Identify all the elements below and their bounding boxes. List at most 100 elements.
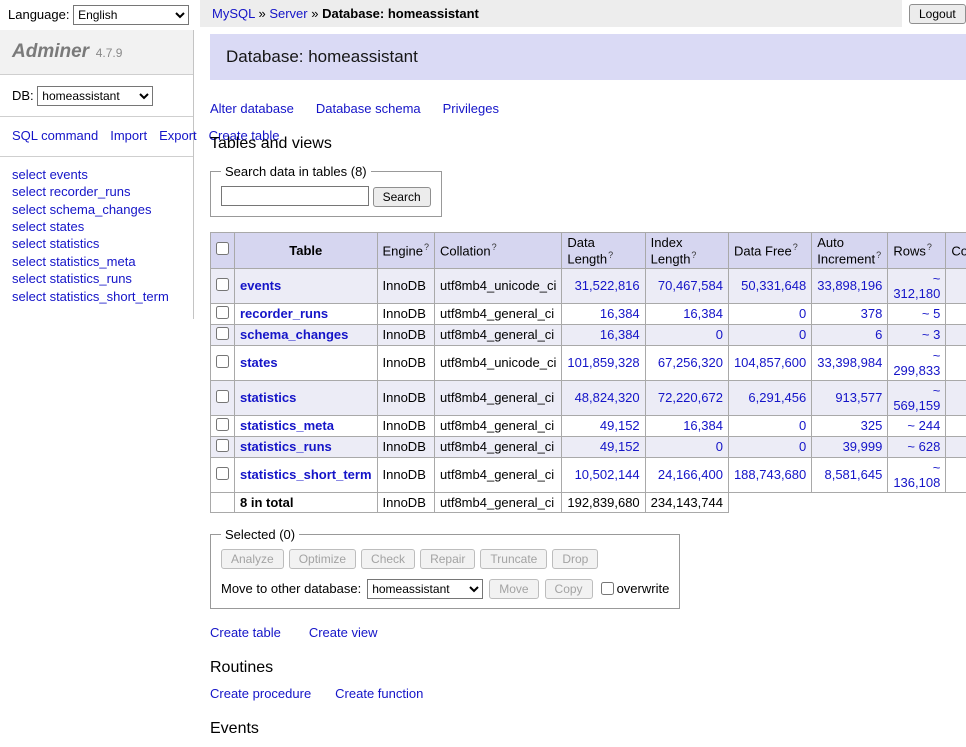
sidebar-table-link-select-statistics-short-term[interactable]: select statistics_short_term — [12, 288, 181, 305]
auto-increment-link-statistics-runs[interactable]: 39,999 — [843, 439, 883, 454]
sidebar-table-link-select-states[interactable]: select states — [12, 218, 181, 235]
drop-button[interactable]: Drop — [552, 549, 598, 569]
rows-link-statistics[interactable]: ~ 569,159 — [893, 383, 940, 413]
auto-increment-link-events[interactable]: 33,898,196 — [817, 278, 882, 293]
table-link-statistics[interactable]: statistics — [240, 390, 296, 405]
auto-increment-link-statistics[interactable]: 913,577 — [835, 390, 882, 405]
select-all-checkbox[interactable] — [216, 242, 229, 255]
data-length-link-events[interactable]: 31,522,816 — [575, 278, 640, 293]
auto-increment-link-schema-changes[interactable]: 6 — [875, 327, 882, 342]
help-icon[interactable]: ? — [876, 250, 881, 260]
adminer-logo-link[interactable]: Adminer — [12, 41, 89, 62]
data-length-link-states[interactable]: 101,859,328 — [567, 355, 639, 370]
data-free-link-statistics[interactable]: 6,291,456 — [748, 390, 806, 405]
data-length-link-statistics-runs[interactable]: 49,152 — [600, 439, 640, 454]
sidebar-table-link-select-statistics[interactable]: select statistics — [12, 235, 181, 252]
help-icon[interactable]: ? — [691, 250, 696, 260]
table-link-recorder-runs[interactable]: recorder_runs — [240, 306, 328, 321]
rows-link-statistics-runs[interactable]: ~ 628 — [907, 439, 940, 454]
copy-button[interactable]: Copy — [545, 579, 593, 599]
language-select[interactable]: English — [73, 5, 189, 25]
data-length-link-statistics-meta[interactable]: 49,152 — [600, 418, 640, 433]
row-checkbox-statistics-runs[interactable] — [216, 439, 229, 452]
auto-increment-link-states[interactable]: 33,398,984 — [817, 355, 882, 370]
rows-link-statistics-short-term[interactable]: ~ 136,108 — [893, 460, 940, 490]
move-db-select[interactable]: homeassistant — [367, 579, 483, 599]
optimize-button[interactable]: Optimize — [289, 549, 356, 569]
rows-link-events[interactable]: ~ 312,180 — [893, 271, 940, 301]
routine-link-create-procedure[interactable]: Create procedure — [210, 686, 311, 701]
column-header-data-length[interactable]: Data Length? — [562, 232, 645, 268]
row-checkbox-schema-changes[interactable] — [216, 327, 229, 340]
data-length-link-recorder-runs[interactable]: 16,384 — [600, 306, 640, 321]
index-length-link-schema-changes[interactable]: 0 — [716, 327, 723, 342]
rows-link-recorder-runs[interactable]: ~ 5 — [922, 306, 940, 321]
table-link-statistics-runs[interactable]: statistics_runs — [240, 439, 332, 454]
sidebar-table-link-select-statistics-runs[interactable]: select statistics_runs — [12, 270, 181, 287]
overwrite-checkbox[interactable] — [601, 582, 614, 595]
sidebar-table-link-select-schema-changes[interactable]: select schema_changes — [12, 201, 181, 218]
rows-link-statistics-meta[interactable]: ~ 244 — [907, 418, 940, 433]
help-icon[interactable]: ? — [793, 242, 798, 252]
auto-increment-link-statistics-short-term[interactable]: 8,581,645 — [824, 467, 882, 482]
analyze-button[interactable]: Analyze — [221, 549, 284, 569]
auto-increment-link-recorder-runs[interactable]: 378 — [861, 306, 883, 321]
data-free-link-statistics-runs[interactable]: 0 — [799, 439, 806, 454]
data-length-link-statistics-short-term[interactable]: 10,502,144 — [575, 467, 640, 482]
help-icon[interactable]: ? — [927, 242, 932, 252]
table-link-schema-changes[interactable]: schema_changes — [240, 327, 348, 342]
breadcrumb-link-server[interactable]: Server — [269, 6, 307, 21]
truncate-button[interactable]: Truncate — [480, 549, 547, 569]
breadcrumb-link-mysql[interactable]: MySQL — [212, 6, 255, 21]
data-free-link-schema-changes[interactable]: 0 — [799, 327, 806, 342]
action-link-privileges[interactable]: Privileges — [443, 101, 499, 116]
create-link-create-table[interactable]: Create table — [210, 625, 281, 640]
index-length-link-recorder-runs[interactable]: 16,384 — [683, 306, 723, 321]
index-length-link-statistics-runs[interactable]: 0 — [716, 439, 723, 454]
check-button[interactable]: Check — [361, 549, 415, 569]
search-button[interactable]: Search — [373, 187, 431, 207]
data-free-link-states[interactable]: 104,857,600 — [734, 355, 806, 370]
row-checkbox-statistics-short-term[interactable] — [216, 467, 229, 480]
help-icon[interactable]: ? — [424, 242, 429, 252]
move-button[interactable]: Move — [489, 579, 538, 599]
column-header-index-length[interactable]: Index Length? — [645, 232, 728, 268]
help-icon[interactable]: ? — [492, 242, 497, 252]
index-length-link-statistics-meta[interactable]: 16,384 — [683, 418, 723, 433]
search-input[interactable] — [221, 186, 369, 206]
sidebar-table-link-select-statistics-meta[interactable]: select statistics_meta — [12, 253, 181, 270]
index-length-link-statistics-short-term[interactable]: 24,166,400 — [658, 467, 723, 482]
repair-button[interactable]: Repair — [420, 549, 475, 569]
sidebar-link-sql-command[interactable]: SQL command — [12, 128, 98, 143]
rows-link-schema-changes[interactable]: ~ 3 — [922, 327, 940, 342]
table-link-events[interactable]: events — [240, 278, 281, 293]
column-header-engine[interactable]: Engine? — [377, 232, 435, 268]
action-link-database-schema[interactable]: Database schema — [316, 101, 421, 116]
column-header-rows[interactable]: Rows? — [888, 232, 946, 268]
routine-link-create-function[interactable]: Create function — [335, 686, 423, 701]
row-checkbox-states[interactable] — [216, 355, 229, 368]
auto-increment-link-statistics-meta[interactable]: 325 — [861, 418, 883, 433]
index-length-link-events[interactable]: 70,467,584 — [658, 278, 723, 293]
data-free-link-events[interactable]: 50,331,648 — [741, 278, 806, 293]
index-length-link-statistics[interactable]: 72,220,672 — [658, 390, 723, 405]
table-link-states[interactable]: states — [240, 355, 278, 370]
sidebar-table-link-select-events[interactable]: select events — [12, 166, 181, 183]
data-free-link-statistics-meta[interactable]: 0 — [799, 418, 806, 433]
table-link-statistics-meta[interactable]: statistics_meta — [240, 418, 334, 433]
row-checkbox-statistics-meta[interactable] — [216, 418, 229, 431]
data-free-link-statistics-short-term[interactable]: 188,743,680 — [734, 467, 806, 482]
rows-link-states[interactable]: ~ 299,833 — [893, 348, 940, 378]
column-header-auto-increment[interactable]: Auto Increment? — [812, 232, 888, 268]
row-checkbox-recorder-runs[interactable] — [216, 306, 229, 319]
sidebar-link-export[interactable]: Export — [159, 128, 197, 143]
action-link-alter-database[interactable]: Alter database — [210, 101, 294, 116]
data-length-link-statistics[interactable]: 48,824,320 — [575, 390, 640, 405]
row-checkbox-events[interactable] — [216, 278, 229, 291]
create-link-create-view[interactable]: Create view — [309, 625, 378, 640]
data-free-link-recorder-runs[interactable]: 0 — [799, 306, 806, 321]
sidebar-table-link-select-recorder-runs[interactable]: select recorder_runs — [12, 183, 181, 200]
column-header-collation[interactable]: Collation? — [435, 232, 562, 268]
index-length-link-states[interactable]: 67,256,320 — [658, 355, 723, 370]
table-link-statistics-short-term[interactable]: statistics_short_term — [240, 467, 372, 482]
